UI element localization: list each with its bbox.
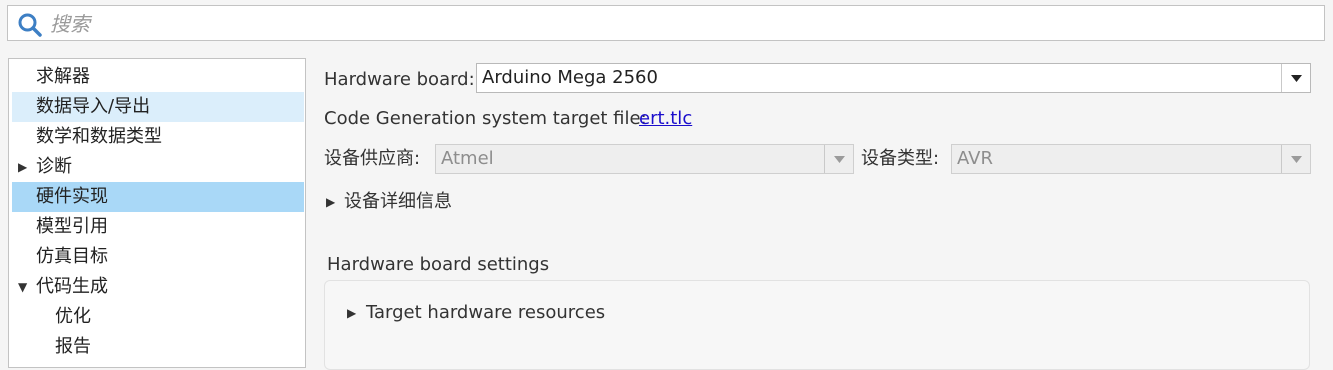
tree-item-optimization[interactable]: 优化 [12,302,304,332]
board-settings-panel: ▶ Target hardware resources [324,280,1310,370]
settings-tree[interactable]: 求解器 数据导入/导出 数学和数据类型 ▶ 诊断 硬件实现 模型引用 仿真目标 … [8,58,306,368]
tree-item-label: 数学和数据类型 [36,126,162,147]
target-resources-expander[interactable]: ▶ Target hardware resources [347,301,647,325]
device-vendor-dropdown-button[interactable] [824,145,853,173]
device-vendor-value: Atmel [441,148,494,169]
device-type-value: AVR [957,148,993,169]
tree-item-model-referencing[interactable]: 模型引用 [12,212,304,242]
tree-item-label: 代码生成 [36,276,108,297]
device-type-dropdown[interactable]: AVR [951,144,1311,174]
chevron-down-icon [1291,75,1302,82]
hardware-board-dropdown-button[interactable] [1281,64,1310,92]
device-vendor-dropdown[interactable]: Atmel [435,144,854,174]
search-bar[interactable]: 搜索 [7,5,1325,41]
target-resources-label: Target hardware resources [366,302,606,323]
tree-item-label: 数据导入/导出 [36,96,151,117]
search-icon [18,13,42,37]
device-type-label: 设备类型: [861,148,940,169]
tree-item-report[interactable]: 报告 [12,332,304,362]
tree-item-label: 优化 [55,306,91,327]
codegen-target-link[interactable]: ert.tlc [639,107,692,131]
tree-item-diagnostics[interactable]: ▶ 诊断 [12,152,304,182]
collapse-caret-icon[interactable]: ▼ [18,272,27,302]
tree-item-label: 求解器 [36,66,90,87]
tree-item-simulation-target[interactable]: 仿真目标 [12,242,304,272]
tree-item-label: 仿真目标 [36,246,108,267]
tree-item-solver[interactable]: 求解器 [12,62,304,92]
device-vendor-label: 设备供应商: [324,148,421,169]
hardware-board-value: Arduino Mega 2560 [482,67,658,88]
device-details-label: 设备详细信息 [344,191,452,212]
hardware-board-label: Hardware board: [324,69,475,90]
expand-caret-icon: ▶ [347,306,357,320]
tree-item-label: 报告 [55,336,91,357]
tree-item-label: 模型引用 [36,216,108,237]
expand-caret-icon[interactable]: ▶ [18,152,27,182]
hardware-board-dropdown[interactable]: Arduino Mega 2560 [476,63,1311,93]
tree-item-label: 硬件实现 [36,186,108,207]
codegen-target-label: Code Generation system target file: [324,108,647,129]
chevron-down-icon [1291,156,1302,163]
tree-item-math-data-types[interactable]: 数学和数据类型 [12,122,304,152]
expand-caret-icon: ▶ [326,195,336,209]
chevron-down-icon [834,156,845,163]
tree-item-label: 诊断 [36,156,72,177]
tree-item-hardware-implementation[interactable]: 硬件实现 [12,182,304,212]
board-settings-title: Hardware board settings [327,254,550,275]
search-input[interactable]: 搜索 [50,12,90,36]
tree-item-data-import-export[interactable]: 数据导入/导出 [12,92,304,122]
tree-item-code-generation[interactable]: ▼ 代码生成 [12,272,304,302]
device-type-dropdown-button[interactable] [1281,145,1310,173]
